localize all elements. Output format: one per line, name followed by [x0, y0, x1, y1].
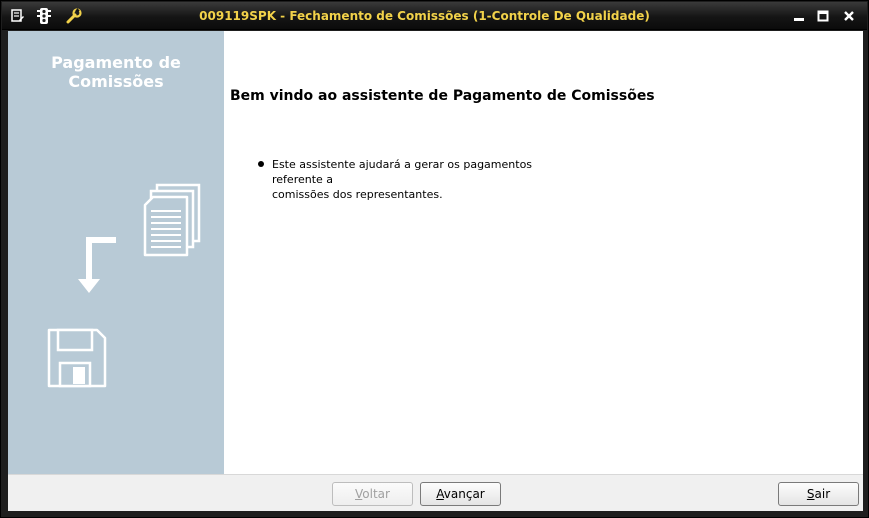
next-button-label: vançar [443, 487, 485, 501]
bullet-text-line1: Este assistente ajudará a gerar os pagam… [272, 158, 533, 186]
next-button-accel: A [436, 487, 444, 501]
back-button[interactable]: Voltar [332, 482, 413, 506]
exit-button-accel: S [806, 487, 815, 501]
edit-icon[interactable] [8, 6, 28, 26]
sidebar-title-line2: Comissões [68, 72, 164, 91]
exit-button-label: air [814, 487, 831, 501]
documents-icon [143, 183, 201, 257]
next-button[interactable]: Avançar [420, 482, 501, 506]
wizard-footer: Voltar Avançar Sair [8, 474, 863, 511]
close-icon[interactable] [838, 7, 860, 25]
app-window: 009119SPK - Fechamento de Comissões (1-C… [0, 0, 869, 518]
bullet-icon [258, 161, 264, 167]
back-button-label: oltar [362, 487, 390, 501]
sidebar-title: Pagamento de Comissões [8, 53, 224, 91]
maximize-icon[interactable] [812, 7, 834, 25]
exit-button[interactable]: Sair [778, 482, 859, 506]
wizard-sidebar: Pagamento de Comissões [8, 31, 224, 474]
title-bar[interactable]: 009119SPK - Fechamento de Comissões (1-C… [2, 2, 867, 30]
wizard-main-panel: Bem vindo ao assistente de Pagamento de … [224, 31, 863, 474]
bullet-text: Este assistente ajudará a gerar os pagam… [272, 157, 582, 202]
window-title: 009119SPK - Fechamento de Comissões (1-C… [199, 9, 650, 23]
minimize-icon[interactable] [788, 7, 810, 25]
page-title: Bem vindo ao assistente de Pagamento de … [230, 88, 655, 104]
sidebar-title-line1: Pagamento de [51, 53, 181, 72]
bullet-text-line2: comissões dos representantes. [272, 188, 443, 201]
floppy-disk-icon [47, 328, 107, 388]
wrench-icon[interactable] [64, 6, 84, 26]
arrow-down-icon [78, 237, 116, 293]
wizard-client-area: Pagamento de Comissões Bem vindo ao assi… [8, 31, 863, 511]
traffic-light-icon[interactable] [34, 6, 54, 26]
